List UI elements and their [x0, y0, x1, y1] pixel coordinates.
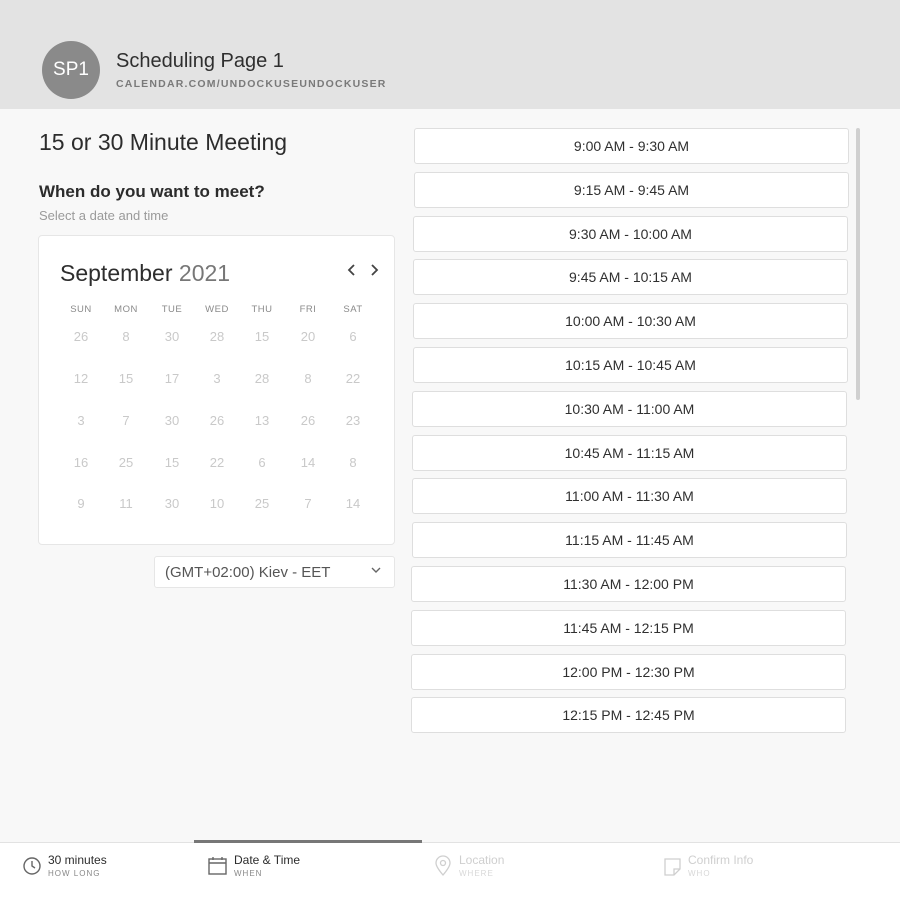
time-slot-button[interactable]: 10:30 AM - 11:00 AM [412, 390, 847, 427]
time-slot-button[interactable]: 11:30 AM - 12:00 PM [411, 566, 846, 602]
calendar-day: 30 [164, 329, 180, 344]
calendar-day: 7 [304, 496, 312, 511]
avatar: SP1 [42, 41, 100, 99]
step-label: 30 minutes [48, 853, 107, 867]
step-label: Location [459, 853, 505, 867]
chevron-right-icon [371, 264, 379, 276]
weekday-header: TUE [161, 304, 183, 315]
step-progress-footer: 30 minutes HOW LONG Date & Time WHEN Loc… [0, 840, 900, 900]
calendar-day: 6 [258, 455, 266, 470]
calendar-day: 25 [118, 455, 134, 470]
location-pin-icon [435, 855, 451, 876]
scheduling-page-name: Scheduling Page 1 [116, 50, 284, 72]
weekday-header: MON [114, 304, 138, 315]
calendar-day: 6 [349, 329, 357, 344]
calendar-month-year: September 2021 [60, 260, 230, 287]
calendar-day: 16 [73, 455, 89, 470]
section-subtitle: Select a date and time [39, 208, 169, 223]
calendar-day: 15 [164, 455, 180, 470]
clock-icon [23, 857, 41, 875]
calendar-day: 23 [345, 413, 361, 428]
calendar-day: 17 [164, 371, 180, 386]
calendar-day: 22 [345, 371, 361, 386]
time-slot-button[interactable]: 9:45 AM - 10:15 AM [413, 259, 848, 296]
time-slot-scrollbar[interactable] [856, 128, 860, 400]
step-sublabel: WHERE [459, 869, 494, 878]
calendar-day: 26 [73, 329, 89, 344]
prev-month-button[interactable] [347, 262, 357, 282]
time-slot-button[interactable]: 10:15 AM - 10:45 AM [413, 347, 848, 383]
time-slot-button[interactable]: 9:30 AM - 10:00 AM [413, 215, 848, 252]
note-icon [664, 858, 681, 876]
calendar-day: 13 [254, 413, 270, 428]
time-slot-button[interactable]: 11:45 AM - 12:15 PM [411, 609, 846, 646]
calendar-year: 2021 [178, 260, 231, 286]
scheduling-page-url: CALENDAR.COM/UNDOCKUSEUNDOCKUSER [116, 78, 387, 90]
weekday-header: SUN [70, 304, 92, 315]
header-bar: SP1 Scheduling Page 1 CALENDAR.COM/UNDOC… [0, 0, 900, 109]
step-sublabel: WHO [688, 869, 711, 878]
calendar-day: 30 [164, 413, 180, 428]
calendar-icon [208, 857, 227, 875]
calendar-day: 20 [300, 329, 316, 344]
calendar-day: 10 [209, 496, 225, 511]
step-label: Date & Time [234, 853, 301, 867]
calendar-day: 15 [118, 371, 134, 386]
calendar-day: 26 [300, 413, 316, 428]
meeting-title: 15 or 30 Minute Meeting [39, 129, 288, 155]
timezone-select[interactable]: (GMT+02:00) Kiev - EET [154, 556, 395, 588]
weekday-header: WED [205, 304, 229, 315]
calendar-day: 26 [209, 413, 225, 428]
step-sublabel: WHEN [234, 869, 263, 878]
chevron-left-icon [347, 264, 355, 276]
calendar-day: 3 [77, 413, 85, 428]
next-month-button[interactable] [369, 262, 379, 282]
step-progress-indicator [194, 840, 422, 843]
calendar-day: 15 [254, 329, 270, 344]
time-slot-button[interactable]: 12:00 PM - 12:30 PM [411, 653, 846, 690]
calendar-day: 3 [213, 371, 221, 386]
calendar-day: 8 [304, 371, 312, 386]
calendar-widget: September 2021 SUN MON TUE WED THU FRI SAT 26 8 3… [38, 235, 395, 545]
time-slot-button[interactable]: 9:15 AM - 9:45 AM [414, 171, 849, 208]
calendar-day: 30 [164, 496, 180, 511]
section-title: When do you want to meet? [39, 182, 265, 201]
time-slot-button[interactable]: 11:00 AM - 11:30 AM [412, 478, 847, 515]
calendar-day: 14 [345, 496, 361, 511]
step-label: Confirm Info [688, 853, 754, 867]
calendar-day: 11 [119, 496, 133, 511]
time-slot-button[interactable]: 10:45 AM - 11:15 AM [412, 434, 847, 471]
step-sublabel: HOW LONG [48, 869, 101, 878]
calendar-day: 25 [254, 496, 270, 511]
time-slot-button[interactable]: 10:00 AM - 10:30 AM [413, 303, 848, 340]
calendar-day: 8 [349, 455, 357, 470]
calendar-day: 8 [122, 329, 130, 344]
time-slot-button[interactable]: 12:15 PM - 12:45 PM [411, 697, 846, 733]
calendar-day: 22 [209, 455, 225, 470]
weekday-header: THU [251, 304, 273, 315]
calendar-day: 7 [122, 413, 130, 428]
calendar-day: 12 [73, 371, 89, 386]
weekday-header: FRI [299, 304, 317, 315]
time-slot-button[interactable]: 9:00 AM - 9:30 AM [414, 128, 849, 164]
calendar-day: 28 [254, 371, 270, 386]
chevron-down-icon [370, 564, 382, 579]
time-slot-list: 9:00 AM - 9:30 AM 9:15 AM - 9:45 AM 9:30 A… [410, 128, 852, 733]
calendar-day: 14 [300, 455, 316, 470]
calendar-day: 9 [77, 496, 85, 511]
time-slot-button[interactable]: 11:15 AM - 11:45 AM [412, 522, 847, 559]
calendar-day: 28 [209, 329, 225, 344]
calendar-month: September [60, 260, 173, 286]
weekday-header: SAT [343, 304, 363, 315]
timezone-value: (GMT+02:00) Kiev - EET [165, 564, 331, 581]
